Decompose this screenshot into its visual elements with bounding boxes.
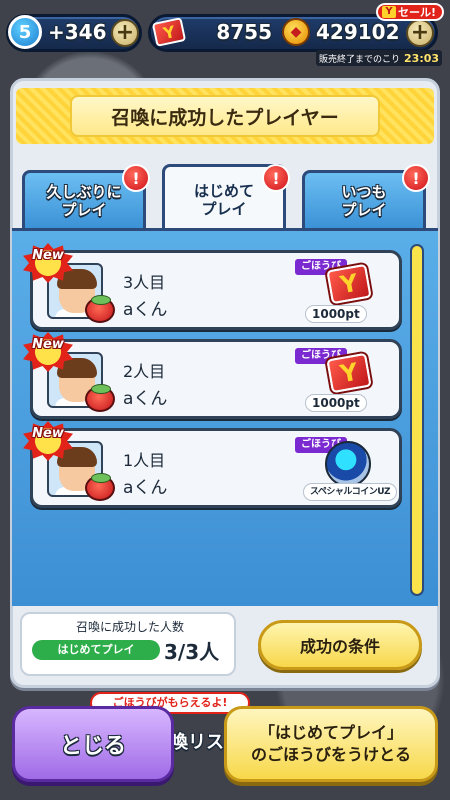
special-coin-icon — [325, 441, 371, 487]
list-item[interactable]: New 3人目 aくん ごほうび Y 1000pt — [23, 243, 402, 330]
close-button[interactable]: とじる — [12, 706, 174, 782]
sale-badge[interactable]: Y セール! — [376, 3, 445, 21]
sale-badge-label: セール! — [398, 6, 437, 19]
plus-icon: + — [115, 20, 135, 45]
alert-icon: ! — [402, 164, 430, 192]
tab-label-line1: はじめて — [193, 181, 254, 200]
alert-icon: ! — [122, 164, 150, 192]
sale-timer-label: 販売終了までのこり — [319, 54, 401, 65]
sale-timer-value: 23:03 — [404, 51, 440, 65]
ymoney-reward-icon: Y — [326, 263, 372, 305]
success-condition-button[interactable]: 成功の条件 — [258, 620, 422, 670]
yokai-blob-icon — [85, 473, 115, 501]
stamina-value: +346 — [48, 20, 107, 44]
reward-label: 1000pt — [305, 394, 367, 412]
list-item[interactable]: New 1人目 aくん ごほうび スペシャルコインUZ — [23, 421, 402, 508]
new-badge-label: New — [32, 248, 64, 263]
success-count-title: 召喚に成功した人数 — [75, 620, 184, 634]
player-count: 3人目 — [123, 273, 166, 292]
list-scrollbar[interactable] — [410, 244, 424, 596]
player-name: aくん — [123, 389, 168, 409]
new-badge-label: New — [32, 426, 64, 441]
sale-y-icon: Y — [382, 6, 396, 18]
status-bar: 5 +346 + Y 8755 ◆ 429102 + Y セール! 販売終了まで… — [0, 0, 450, 70]
tab-label-line2: プレイ — [61, 200, 107, 219]
sale-timer: 販売終了までのこり 23:03 — [316, 50, 443, 66]
reward-label: スペシャルコインUZ — [303, 483, 398, 501]
list-item[interactable]: New 2人目 aくん ごほうび Y 1000pt — [23, 332, 402, 419]
alert-icon: ! — [262, 164, 290, 192]
new-badge-label: New — [32, 337, 64, 352]
success-count-value: 3/3人 — [164, 640, 220, 664]
success-condition-label: 成功の条件 — [299, 637, 380, 656]
yokai-blob-icon — [85, 384, 115, 412]
ymoney-value: 8755 — [216, 20, 272, 44]
tab-label-line2: プレイ — [341, 200, 387, 219]
tab-label-line1: いつも — [341, 182, 387, 201]
yokai-blob-icon — [85, 295, 115, 323]
player-count: 1人目 — [123, 451, 166, 470]
player-count: 2人目 — [123, 362, 166, 381]
success-count-category: はじめてプレイ — [32, 640, 160, 660]
receive-button-line2: のごほうびをうけとる — [250, 745, 411, 764]
tab-label-line2: プレイ — [201, 199, 247, 218]
plus-icon: + — [410, 20, 430, 45]
money-coin-icon: ◆ — [282, 18, 310, 46]
close-button-label: とじる — [59, 734, 126, 759]
receive-reward-button[interactable]: 「はじめてプレイ」 のごほうびをうけとる — [224, 706, 438, 782]
level-value: 5 — [18, 21, 32, 43]
player-name: aくん — [123, 300, 168, 320]
panel-title: 召喚に成功したプレイヤー — [70, 95, 380, 137]
level-badge: 5 — [8, 15, 42, 49]
tab-label-line1: 久しぶりに — [46, 182, 122, 201]
receive-button-line1: 「はじめてプレイ」 — [258, 723, 403, 742]
reward-label: 1000pt — [305, 305, 367, 323]
money-value: 429102 — [316, 20, 400, 44]
player-name: aくん — [123, 478, 168, 498]
add-currency-button[interactable]: + — [406, 19, 434, 47]
add-stamina-button[interactable]: + — [111, 19, 139, 47]
ymoney-reward-icon: Y — [326, 352, 372, 394]
success-count-box: 召喚に成功した人数 はじめてプレイ 3/3人 — [20, 612, 236, 676]
